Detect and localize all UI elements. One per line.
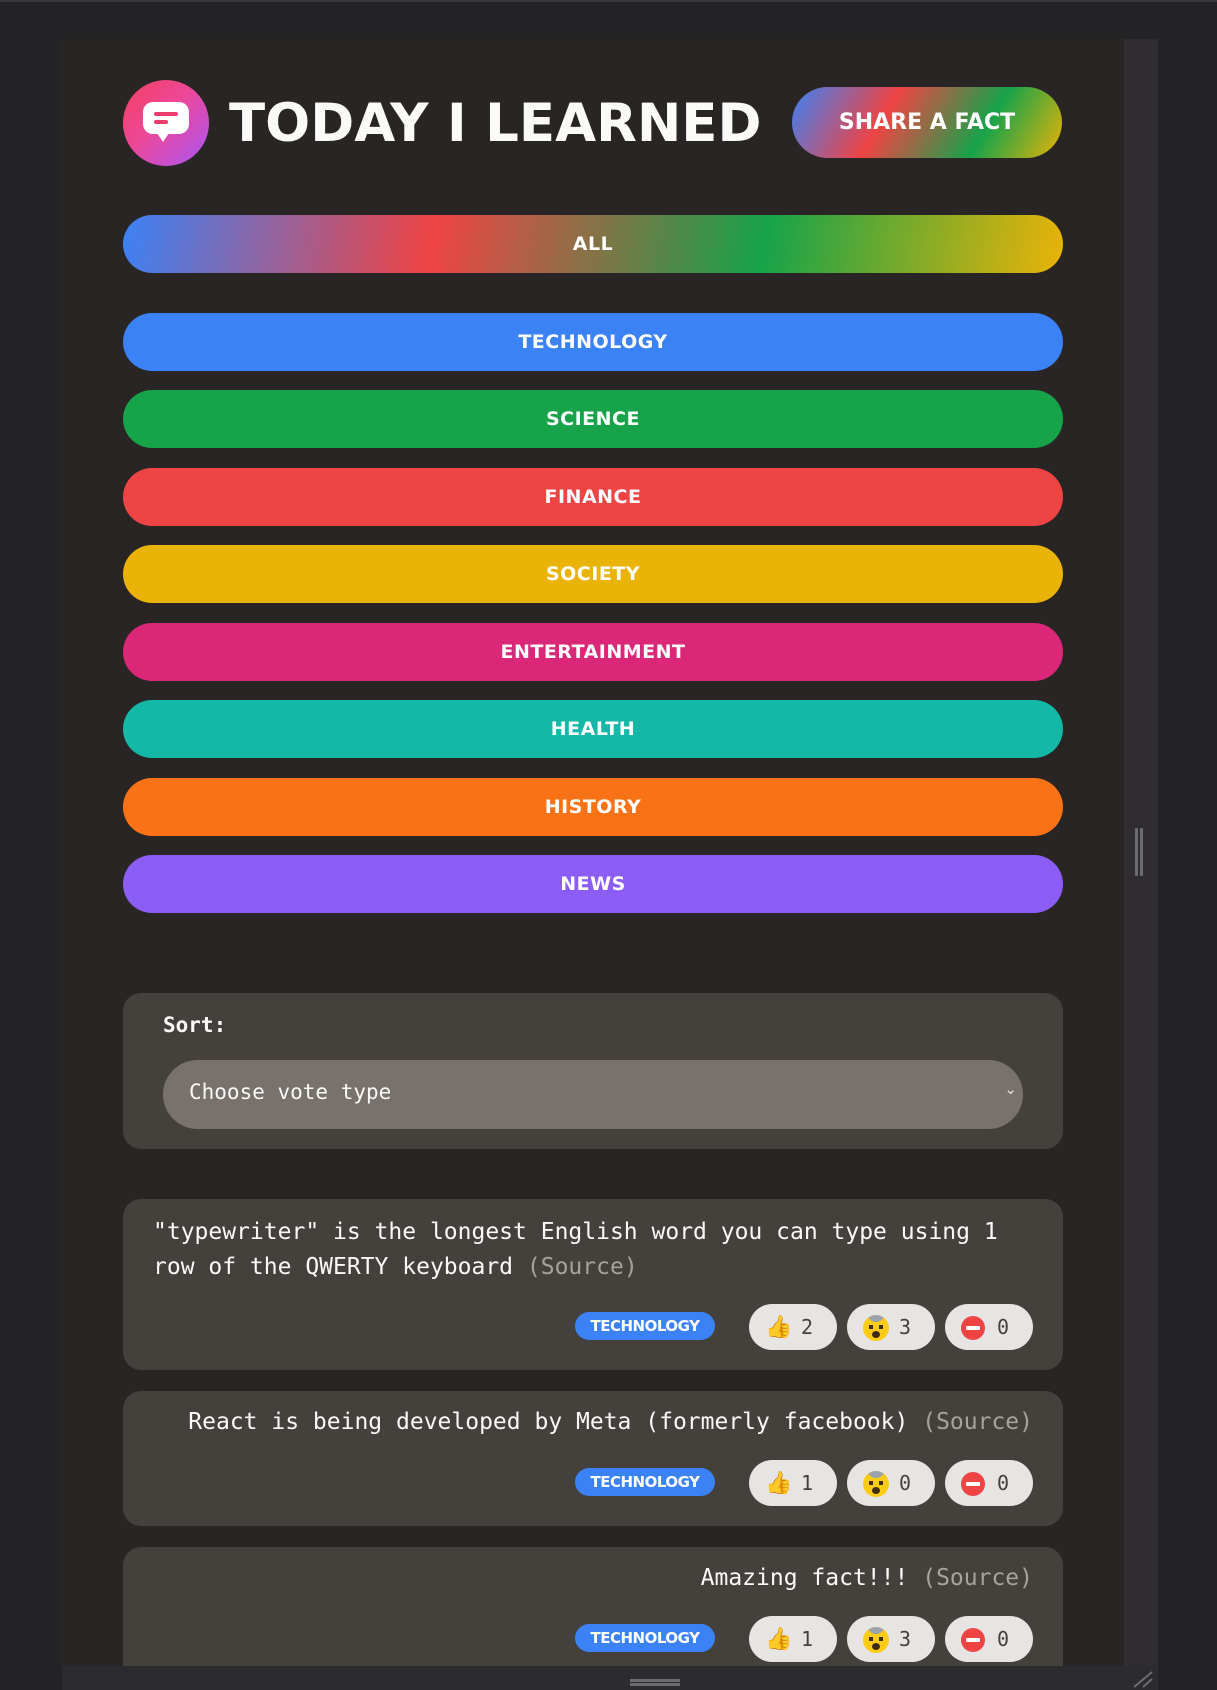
sort-select-value: Choose vote type <box>189 1080 392 1104</box>
category-finance-button[interactable]: finance <box>123 468 1063 526</box>
category-all-button[interactable]: All <box>123 215 1063 273</box>
vote-count: 0 <box>997 1627 1010 1651</box>
sort-label: Sort: <box>163 1013 227 1037</box>
mind-blown-icon <box>863 1315 889 1341</box>
mind-blown-icon <box>863 1627 889 1653</box>
category-tag: technology <box>575 1468 715 1496</box>
sort-panel: Sort: Choose vote type ⌄ <box>123 993 1063 1149</box>
thumbs-up-icon: 👍 <box>765 1314 793 1339</box>
category-entertainment-button[interactable]: entertainment <box>123 623 1063 681</box>
app-container: Today I Learned Share a fact All technol… <box>62 39 1124 1690</box>
chevron-down-icon: ⌄ <box>1004 1080 1017 1098</box>
vote-interesting-button[interactable]: 👍 1 <box>749 1616 837 1662</box>
sort-select[interactable]: Choose vote type ⌄ <box>163 1060 1023 1129</box>
vote-count: 3 <box>899 1315 912 1339</box>
fact-card: React is being developed by Meta (former… <box>123 1391 1063 1526</box>
no-entry-icon <box>961 1472 985 1496</box>
fact-text-body: React is being developed by Meta (former… <box>188 1409 909 1435</box>
vote-count: 1 <box>801 1471 814 1495</box>
share-fact-button[interactable]: Share a fact <box>792 87 1062 158</box>
vote-count: 0 <box>899 1471 912 1495</box>
vote-mindblowing-button[interactable]: 3 <box>847 1304 935 1350</box>
vote-count: 1 <box>801 1627 814 1651</box>
source-link[interactable]: (Source) <box>922 1565 1033 1591</box>
category-tag: technology <box>575 1624 715 1652</box>
no-entry-icon <box>961 1628 985 1652</box>
vote-false-button[interactable]: 0 <box>945 1460 1033 1506</box>
window-top-border <box>0 0 1217 2</box>
vote-interesting-button[interactable]: 👍 2 <box>749 1304 837 1350</box>
speech-bubble-icon <box>123 80 209 166</box>
no-entry-icon <box>961 1316 985 1340</box>
vote-interesting-button[interactable]: 👍 1 <box>749 1460 837 1506</box>
vote-count: 0 <box>997 1315 1010 1339</box>
category-society-button[interactable]: society <box>123 545 1063 603</box>
fact-text-body: Amazing fact!!! <box>700 1565 909 1591</box>
vote-mindblowing-button[interactable]: 3 <box>847 1616 935 1662</box>
vote-false-button[interactable]: 0 <box>945 1304 1033 1350</box>
category-news-button[interactable]: news <box>123 855 1063 913</box>
bottom-bar <box>62 1666 1158 1690</box>
fact-text: React is being developed by Meta (former… <box>188 1405 1033 1440</box>
vote-count: 0 <box>997 1471 1010 1495</box>
category-health-button[interactable]: health <box>123 700 1063 758</box>
source-link[interactable]: (Source) <box>527 1254 638 1280</box>
thumbs-up-icon: 👍 <box>765 1470 793 1495</box>
vote-mindblowing-button[interactable]: 0 <box>847 1460 935 1506</box>
source-link[interactable]: (Source) <box>922 1409 1033 1435</box>
resize-handle[interactable] <box>1135 828 1143 876</box>
vote-false-button[interactable]: 0 <box>945 1616 1033 1662</box>
category-technology-button[interactable]: technology <box>123 313 1063 371</box>
fact-text: "typewriter" is the longest English word… <box>153 1215 1033 1285</box>
fact-text: Amazing fact!!! (Source) <box>701 1561 1033 1596</box>
vote-count: 2 <box>801 1315 814 1339</box>
drag-grip-icon[interactable] <box>630 1679 680 1686</box>
category-science-button[interactable]: science <box>123 390 1063 448</box>
thumbs-up-icon: 👍 <box>765 1626 793 1651</box>
resize-corner-icon[interactable] <box>1130 1670 1154 1688</box>
mind-blown-icon <box>863 1471 889 1497</box>
category-history-button[interactable]: history <box>123 778 1063 836</box>
category-tag: technology <box>575 1312 715 1340</box>
vote-count: 3 <box>899 1627 912 1651</box>
fact-card: "typewriter" is the longest English word… <box>123 1199 1063 1370</box>
app-title: Today I Learned <box>229 93 762 154</box>
